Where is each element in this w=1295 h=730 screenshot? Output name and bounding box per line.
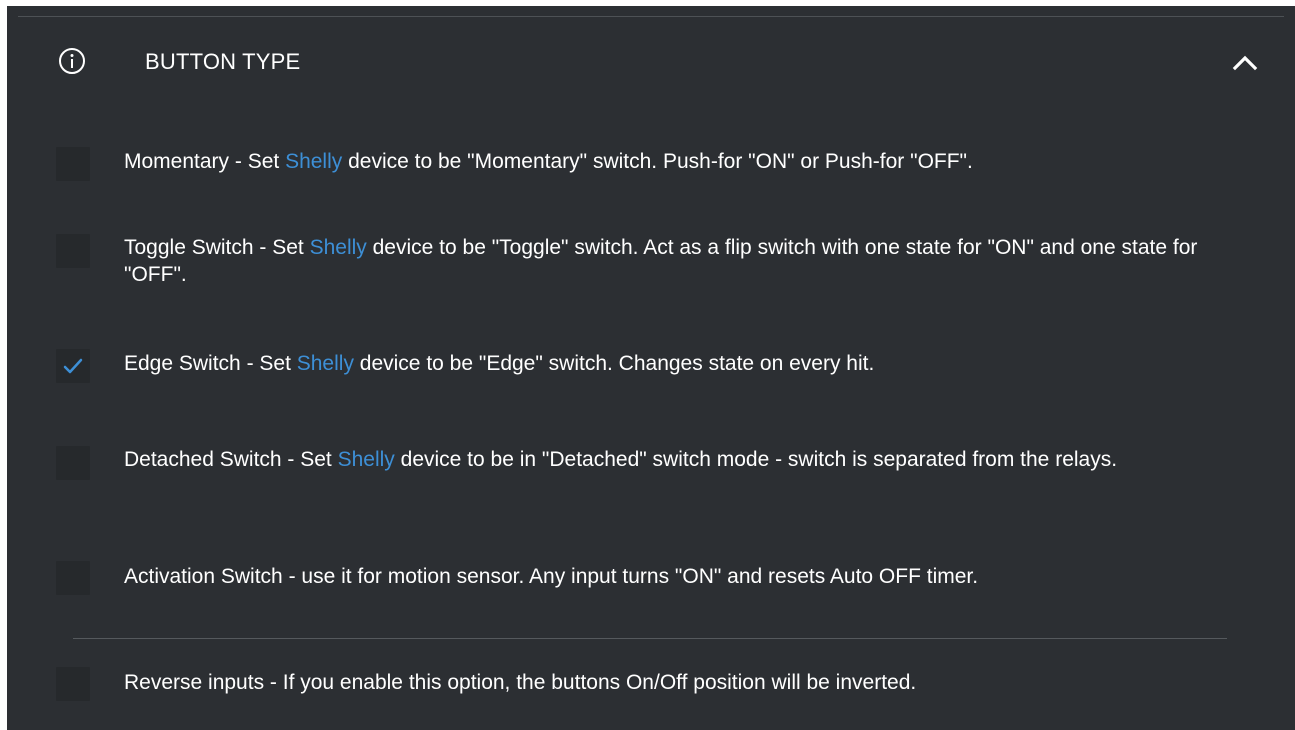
option-reverse-inputs-label: Reverse inputs - If you enable this opti… [124, 671, 917, 694]
button-type-panel: BUTTON TYPE Momentary - Set Shelly devic… [7, 6, 1295, 730]
option-toggle-switch[interactable]: Toggle Switch - Set Shelly device to be … [7, 230, 1295, 290]
section-divider [73, 638, 1227, 639]
option-activation-switch-label: Activation Switch - use it for motion se… [124, 565, 979, 588]
option-activation-switch[interactable]: Activation Switch - use it for motion se… [7, 560, 1295, 600]
section-header[interactable]: BUTTON TYPE [7, 34, 1295, 90]
option-detached-switch[interactable]: Detached Switch - Set Shelly device to b… [7, 442, 1295, 502]
checkbox-detached-switch[interactable] [56, 446, 90, 480]
checkbox-edge-switch[interactable] [56, 349, 90, 383]
option-edge-switch[interactable]: Edge Switch - Set Shelly device to be "E… [7, 346, 1295, 386]
section-title: BUTTON TYPE [145, 49, 301, 74]
checkbox-reverse-inputs[interactable] [56, 667, 90, 701]
option-toggle-switch-label: Toggle Switch - Set Shelly device to be … [124, 236, 1198, 286]
info-circle-icon[interactable] [58, 47, 86, 75]
checkbox-toggle-switch[interactable] [56, 234, 90, 268]
option-momentary[interactable]: Momentary - Set Shelly device to be "Mom… [7, 144, 1295, 184]
option-momentary-label: Momentary - Set Shelly device to be "Mom… [124, 150, 973, 173]
option-detached-switch-label: Detached Switch - Set Shelly device to b… [124, 448, 1118, 471]
option-reverse-inputs[interactable]: Reverse inputs - If you enable this opti… [7, 666, 1295, 706]
checkbox-activation-switch[interactable] [56, 561, 90, 595]
checkbox-momentary[interactable] [56, 147, 90, 181]
option-edge-switch-label: Edge Switch - Set Shelly device to be "E… [124, 352, 875, 375]
top-divider [18, 16, 1284, 17]
checkmark-icon [63, 358, 83, 374]
chevron-up-icon[interactable] [1230, 48, 1260, 76]
